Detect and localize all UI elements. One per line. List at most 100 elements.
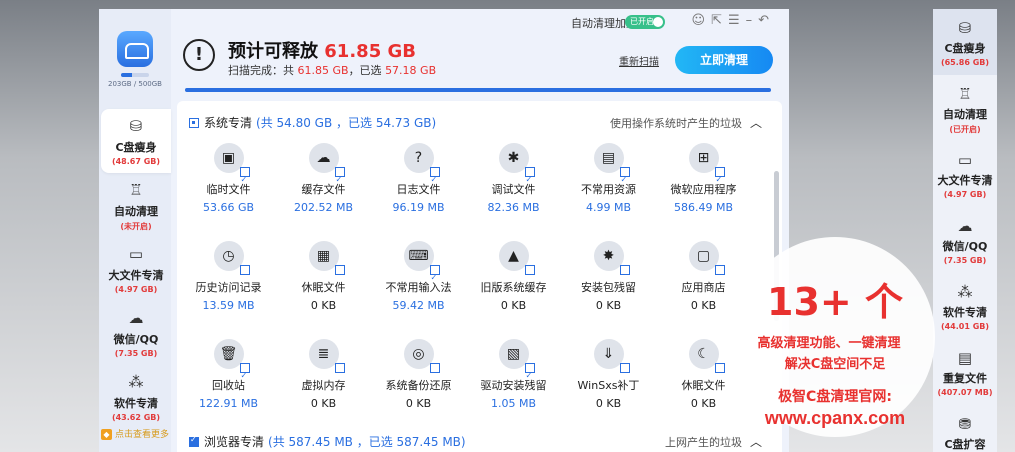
clean-item-size: 82.36 MB: [487, 201, 540, 214]
right-panel-item[interactable]: ⁂ 软件专清 (44.01 GB): [933, 273, 997, 339]
item-checkbox[interactable]: [429, 263, 440, 293]
item-checkbox[interactable]: [239, 265, 250, 275]
sidebar-item[interactable]: ☁ 微信/QQ (7.35 GB): [101, 301, 171, 365]
apps-icon: ⁂: [957, 283, 973, 301]
clean-item-tile[interactable]: ▣临时文件 53.66 GB: [181, 143, 276, 214]
item-checkbox[interactable]: [334, 165, 345, 195]
clean-item-name: 驱动安装残留: [480, 379, 547, 392]
section-system-header[interactable]: 系统专清 (共 54.80 GB ，已选 54.73 GB): [189, 114, 436, 131]
clean-item-name: 临时文件: [206, 183, 251, 196]
item-checkbox[interactable]: [714, 363, 725, 373]
right-panel-item[interactable]: ▭ 大文件专清 (4.97 GB): [933, 141, 997, 207]
clean-item-tile[interactable]: ◷ 历史访问记录 13.59 MB: [181, 241, 276, 312]
hibernate-icon: ▦: [308, 241, 345, 275]
item-checkbox[interactable]: [334, 265, 345, 275]
log-file-icon: ?: [403, 143, 440, 195]
top-bar: 自动清理加速 已开启 ☺⇱☰–↶: [171, 9, 789, 35]
sidebar-item[interactable]: ♖ 自动清理 (未开启): [101, 173, 171, 237]
back-icon[interactable]: ↶: [758, 13, 775, 28]
title-prefix: 预计可释放: [228, 41, 325, 62]
clean-item-tile[interactable]: ▤不常用资源 4.99 MB: [561, 143, 656, 214]
right-panel-item[interactable]: ☁ 微信/QQ (7.35 GB): [933, 207, 997, 273]
auto-clean-toggle[interactable]: 已开启: [625, 15, 665, 29]
section-system-checkbox[interactable]: [189, 117, 199, 128]
expand-disk-icon: ⛃: [958, 415, 972, 433]
item-checkbox[interactable]: [334, 363, 345, 373]
clean-item-tile[interactable]: ✱调试文件 82.36 MB: [466, 143, 561, 214]
more-link[interactable]: ◆ 点击查看更多: [101, 427, 169, 440]
clean-item-name: 休眠文件: [301, 281, 346, 294]
item-checkbox[interactable]: [714, 265, 725, 275]
scan-summary: 扫描完成：共 61.85 GB，已选 57.18 GB: [228, 62, 436, 78]
item-checkbox[interactable]: [524, 361, 535, 391]
item-checkbox[interactable]: [524, 165, 535, 195]
minimize-icon[interactable]: –: [746, 13, 759, 28]
section-system-desc: 使用操作系统时产生的垃圾 ︿: [610, 114, 762, 131]
clean-item-size: 122.91 MB: [198, 397, 259, 410]
item-checkbox[interactable]: [429, 363, 440, 373]
clean-item-name: 微软应用程序: [670, 183, 737, 196]
item-checkbox[interactable]: [239, 165, 250, 195]
sidebar-item[interactable]: ▭ 大文件专清 (4.97 GB): [101, 237, 171, 301]
item-checkbox[interactable]: [619, 363, 630, 373]
clean-item-tile[interactable]: ⇓ WinSxs补丁 0 KB: [561, 339, 656, 410]
item-checkbox[interactable]: [239, 361, 250, 391]
chevron-up-icon[interactable]: ︿: [750, 116, 762, 130]
sidebar-item[interactable]: ⛁ C盘瘦身 (48.67 GB): [101, 109, 171, 173]
item-checkbox[interactable]: [619, 165, 630, 195]
clean-item-tile[interactable]: ▧驱动安装残留 1.05 MB: [466, 339, 561, 410]
clean-item-name: 回收站: [212, 379, 245, 392]
section-browser-meta: (共 587.45 MB ，已选 587.45 MB): [268, 435, 466, 449]
sidebar-item[interactable]: ⁂ 软件专清 (43.62 GB): [101, 365, 171, 429]
item-checkbox[interactable]: [714, 165, 725, 195]
duplicate-icon: ▤: [957, 349, 973, 367]
store-icon: ▢: [688, 241, 725, 275]
more-icon: ◆: [101, 429, 112, 440]
disk-usage-bar: [121, 73, 149, 77]
item-checkbox[interactable]: [524, 265, 535, 275]
scan-progress-bar: [185, 88, 771, 92]
wechat-icon: ☁: [128, 309, 144, 327]
sidebar-item-label: C盘瘦身: [115, 141, 157, 154]
right-panel-item[interactable]: ⛃ C盘扩容: [933, 405, 997, 452]
skin-icon[interactable]: ☺: [691, 13, 711, 28]
clean-item-tile[interactable]: ?日志文件 96.19 MB: [371, 143, 466, 214]
clean-item-size: 0 KB: [310, 397, 337, 410]
clean-now-button[interactable]: 立即清理: [675, 46, 773, 74]
right-panel-item-label: C盘扩容: [944, 438, 986, 451]
right-panel-item[interactable]: ▤ 重复文件 (407.07 MB): [933, 339, 997, 405]
debug-bug-icon: ✱: [498, 143, 535, 195]
window-controls: ☺⇱☰–↶: [691, 13, 775, 28]
keyboard-icon: ⌨: [403, 241, 440, 293]
promo-line-2: 解决C盘空间不足: [784, 357, 886, 372]
clean-item-tile[interactable]: ▲ 旧版系统缓存 0 KB: [466, 241, 561, 312]
right-feature-panel: ⛁ C盘瘦身 (65.86 GB) ♖ 自动清理 (已开启) ▭ 大文件专清 (4.97 GB)…: [933, 9, 997, 452]
clean-item-tile[interactable]: ◎ 系统备份还原 0 KB: [371, 339, 466, 410]
clean-item-tile[interactable]: ☁缓存文件 202.52 MB: [276, 143, 371, 214]
folder-icon: ▭: [128, 245, 144, 263]
clean-item-tile[interactable]: ⊞微软应用程序 586.49 MB: [656, 143, 751, 214]
right-panel-item-size: (已开启): [949, 125, 981, 134]
clean-item-name: 旧版系统缓存: [480, 281, 547, 294]
clean-item-tile[interactable]: ✸ 安装包残留 0 KB: [561, 241, 656, 312]
auto-clean-icon: ♖: [958, 85, 972, 103]
right-panel-item[interactable]: ⛁ C盘瘦身 (65.86 GB): [933, 9, 997, 75]
section-system-desc-text: 使用操作系统时产生的垃圾: [609, 117, 742, 130]
section-browser-header[interactable]: 浏览器专清(共 587.45 MB ，已选 587.45 MB): [189, 433, 466, 450]
clean-item-tile[interactable]: ▦ 休眠文件 0 KB: [276, 241, 371, 312]
right-panel-item[interactable]: ♖ 自动清理 (已开启): [933, 75, 997, 141]
backup-icon: ◎: [403, 339, 440, 373]
right-panel-item-size: (65.86 GB): [940, 58, 990, 67]
clean-item-tile[interactable]: 🗑回收站 122.91 MB: [181, 339, 276, 410]
item-checkbox[interactable]: [619, 265, 630, 275]
section-browser-checkbox[interactable]: [189, 435, 199, 447]
rescan-link[interactable]: 重新扫描: [619, 53, 659, 68]
clean-item-name: 历史访问记录: [195, 281, 262, 294]
share-icon[interactable]: ⇱: [711, 13, 728, 28]
chevron-up-icon[interactable]: ︿: [750, 435, 762, 449]
menu-icon[interactable]: ☰: [728, 13, 746, 28]
clean-item-tile[interactable]: ⌨不常用输入法 59.42 MB: [371, 241, 466, 312]
history-icon: ◷: [213, 241, 250, 275]
clean-item-tile[interactable]: ≣ 虚拟内存 0 KB: [276, 339, 371, 410]
item-checkbox[interactable]: [429, 165, 440, 195]
